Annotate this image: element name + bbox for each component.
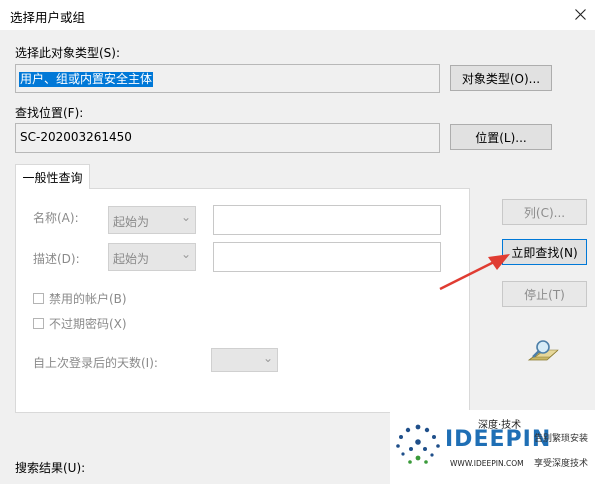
- close-icon: [574, 8, 586, 20]
- disabled-accounts-label: 禁用的帐户(B): [49, 292, 127, 306]
- days-since-logon-label: 自上次登录后的天数(I):: [33, 356, 158, 370]
- location-label: 查找位置(F):: [15, 106, 84, 120]
- chevron-down-icon: ⌄: [180, 210, 191, 224]
- description-mode-value: 起始为: [113, 252, 150, 266]
- non-expiring-password-label: 不过期密码(X): [49, 317, 127, 331]
- days-since-logon-select[interactable]: ⌄: [211, 348, 278, 372]
- tab-general-query[interactable]: 一般性查询: [15, 164, 90, 189]
- chevron-down-icon: ⌄: [262, 351, 273, 365]
- description-mode-select[interactable]: 起始为 ⌄: [108, 243, 196, 271]
- name-label: 名称(A):: [33, 211, 79, 225]
- object-types-button[interactable]: 对象类型(O)...: [450, 65, 552, 91]
- location-field[interactable]: SC-202003261450: [15, 123, 440, 153]
- window-title: 选择用户或组: [10, 10, 86, 25]
- close-button[interactable]: [565, 0, 595, 28]
- non-expiring-password-checkbox[interactable]: [33, 318, 44, 329]
- object-type-label: 选择此对象类型(S):: [15, 46, 121, 60]
- watermark-slogan-1: 告别繁琐安装: [534, 434, 589, 444]
- locations-button[interactable]: 位置(L)...: [450, 124, 552, 150]
- columns-button[interactable]: 列(C)...: [502, 199, 587, 225]
- description-label: 描述(D):: [33, 252, 80, 266]
- find-animation-icon: [527, 340, 559, 361]
- object-type-value: 用户、组或内置安全主体: [19, 72, 154, 87]
- chevron-down-icon: ⌄: [180, 247, 191, 261]
- disabled-accounts-checkbox[interactable]: [33, 293, 44, 304]
- ideepin-logo-icon: [396, 424, 440, 464]
- location-value: SC-202003261450: [20, 130, 132, 144]
- watermark: 深度·技术 IDEEPIN WWW.IDEEPIN.COM 告别繁琐安装 享受深…: [390, 410, 595, 484]
- name-input[interactable]: [213, 205, 441, 235]
- query-panel: 名称(A): 起始为 ⌄ 描述(D): 起始为 ⌄ 禁用的帐户(B) 不过期密码…: [15, 188, 470, 413]
- watermark-url: WWW.IDEEPIN.COM: [450, 459, 524, 468]
- watermark-slogan-2: 享受深度技术: [534, 459, 589, 469]
- description-input[interactable]: [213, 242, 441, 272]
- object-type-field[interactable]: 用户、组或内置安全主体: [15, 64, 440, 93]
- title-bar: 选择用户或组: [0, 0, 595, 30]
- search-results-label: 搜索结果(U):: [15, 461, 86, 475]
- annotation-arrow: [439, 254, 510, 291]
- name-mode-value: 起始为: [113, 215, 150, 229]
- name-mode-select[interactable]: 起始为 ⌄: [108, 206, 196, 234]
